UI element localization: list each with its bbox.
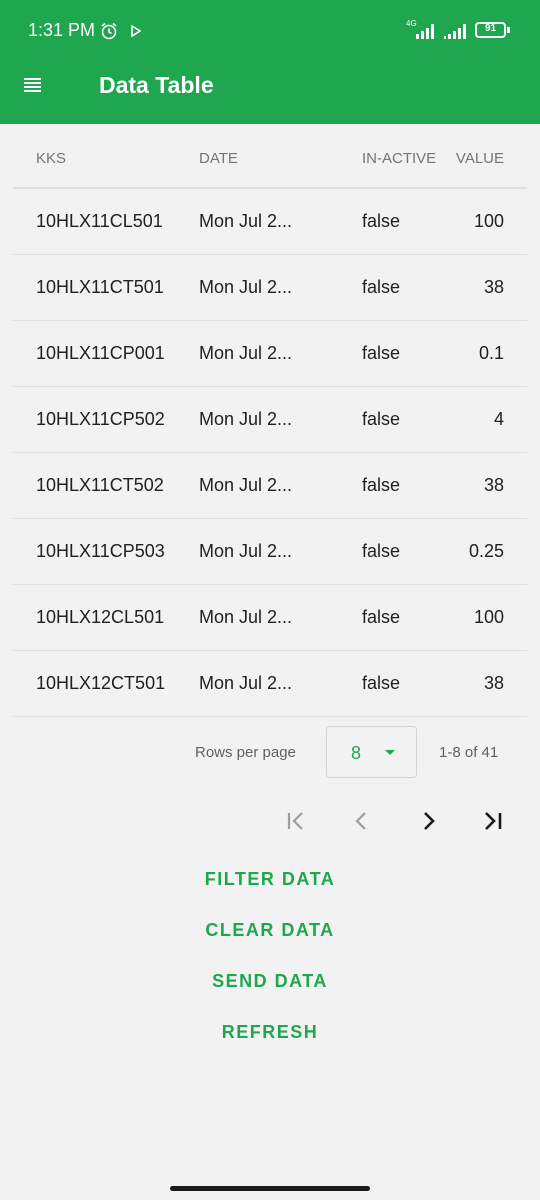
table-row[interactable]: 10HLX11CP001 Mon Jul 2... false 0.1 [13, 321, 527, 387]
table-row[interactable]: 10HLX11CL501 Mon Jul 2... false 100 [13, 189, 527, 255]
alarm-clock-icon [101, 22, 117, 40]
cell-date: Mon Jul 2... [199, 475, 293, 495]
next-page-button[interactable] [413, 806, 443, 836]
menu-icon[interactable] [24, 78, 41, 94]
cell-value: 38 [483, 277, 504, 297]
next-page-icon [424, 812, 435, 830]
cell-inactive: false [362, 541, 401, 561]
column-header-value[interactable]: VALUE [456, 150, 504, 167]
cell-inactive: false [362, 607, 401, 627]
cell-inactive: false [362, 343, 401, 363]
data-table: KKS DATE IN-ACTIVE VALUE 10HLX11CL501 Mo… [13, 124, 527, 717]
signal-strength-icon-2 [444, 24, 466, 39]
rows-per-page-select[interactable]: 8 [326, 726, 417, 778]
status-bar: 1:31 PM 4G 91 [0, 0, 540, 60]
cell-kks: 10HLX11CT502 [36, 475, 164, 495]
cell-inactive: false [362, 475, 401, 495]
send-data-button[interactable]: SEND DATA [0, 971, 540, 992]
cell-date: Mon Jul 2... [199, 277, 293, 297]
clear-data-button[interactable]: CLEAR DATA [0, 920, 540, 941]
cell-value: 0.25 [468, 541, 504, 561]
rows-per-page-value: 8 [351, 743, 362, 763]
first-page-icon [287, 812, 303, 830]
cell-value: 38 [483, 673, 504, 693]
previous-page-icon [355, 812, 366, 830]
cell-kks: 10HLX11CP503 [36, 541, 165, 561]
previous-page-button[interactable] [347, 806, 377, 836]
last-page-button[interactable] [479, 806, 509, 836]
cell-value: 100 [473, 211, 504, 231]
page-title: Data Table [99, 72, 214, 98]
cell-value: 0.1 [478, 343, 504, 363]
app-bar: 1:31 PM 4G 91 Data Table [0, 0, 540, 124]
battery-icon: 91 [475, 22, 510, 38]
cell-inactive: false [362, 673, 401, 693]
first-page-button[interactable] [281, 806, 311, 836]
cell-inactive: false [362, 277, 401, 297]
cell-value: 4 [493, 409, 504, 429]
cell-date: Mon Jul 2... [199, 343, 293, 363]
table-row[interactable]: 10HLX12CT501 Mon Jul 2... false 38 [13, 651, 527, 717]
cell-kks: 10HLX12CL501 [36, 607, 165, 627]
table-row[interactable]: 10HLX11CP503 Mon Jul 2... false 0.25 [13, 519, 527, 585]
cell-kks: 10HLX11CL501 [36, 211, 163, 231]
last-page-icon [485, 812, 502, 830]
cell-date: Mon Jul 2... [199, 211, 293, 231]
battery-level: 91 [484, 23, 497, 34]
rows-per-page-label: Rows per page [195, 744, 296, 761]
cell-kks: 10HLX11CP001 [36, 343, 165, 363]
play-store-icon [131, 25, 141, 37]
table-row[interactable]: 10HLX11CT502 Mon Jul 2... false 38 [13, 453, 527, 519]
refresh-button[interactable]: REFRESH [0, 1022, 540, 1043]
table-row[interactable]: 10HLX11CT501 Mon Jul 2... false 38 [13, 255, 527, 321]
pagination-range: 1-8 of 41 [439, 744, 499, 761]
column-header-date[interactable]: DATE [199, 150, 238, 167]
status-time: 1:31 PM [28, 20, 96, 40]
filter-data-button[interactable]: FILTER DATA [0, 869, 540, 890]
table-row[interactable]: 10HLX12CL501 Mon Jul 2... false 100 [13, 585, 527, 651]
table-header: KKS DATE IN-ACTIVE VALUE [13, 124, 527, 189]
cell-value: 38 [483, 475, 504, 495]
cell-inactive: false [362, 211, 401, 231]
cell-value: 100 [473, 607, 504, 627]
column-header-inactive[interactable]: IN-ACTIVE [362, 150, 436, 167]
cell-date: Mon Jul 2... [199, 607, 293, 627]
cell-date: Mon Jul 2... [199, 541, 293, 561]
table-row[interactable]: 10HLX11CP502 Mon Jul 2... false 4 [13, 387, 527, 453]
cell-date: Mon Jul 2... [199, 673, 293, 693]
caret-down-icon [385, 750, 395, 755]
cell-kks: 10HLX12CT501 [36, 673, 166, 693]
cell-kks: 10HLX11CT501 [36, 277, 164, 297]
cell-inactive: false [362, 409, 401, 429]
cell-date: Mon Jul 2... [199, 409, 293, 429]
home-indicator[interactable] [170, 1186, 370, 1191]
column-header-kks[interactable]: KKS [36, 150, 66, 167]
signal-strength-icon [416, 24, 434, 39]
cell-kks: 10HLX11CP502 [36, 409, 165, 429]
